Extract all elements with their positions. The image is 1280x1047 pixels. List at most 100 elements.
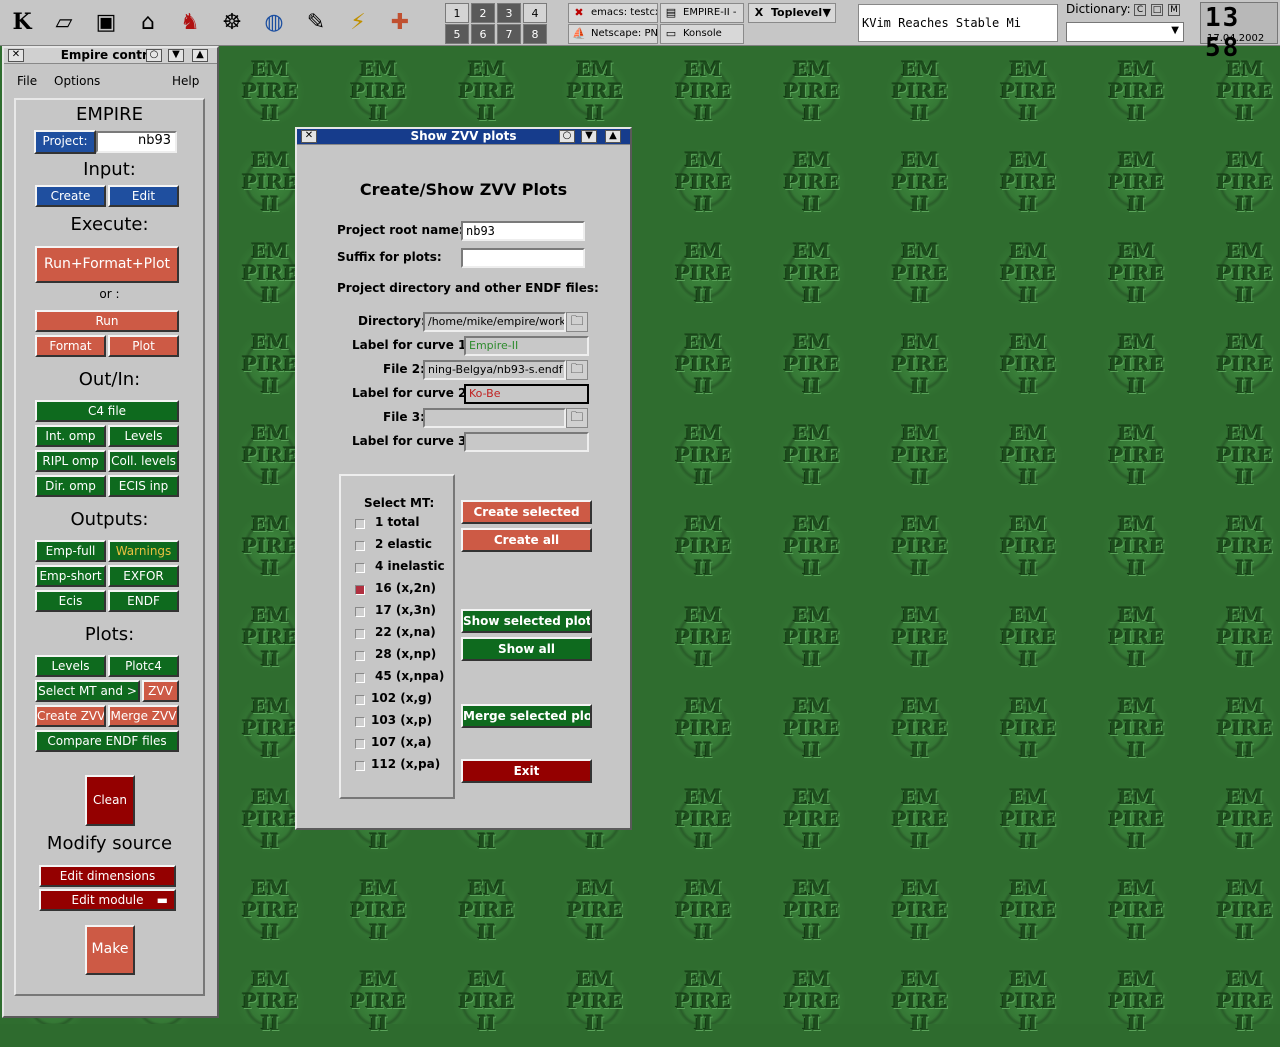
create-button[interactable]: Create (35, 185, 106, 207)
k-menu-icon[interactable]: K (2, 2, 42, 42)
int-omp-button[interactable]: Int. omp (35, 425, 106, 447)
task-emacs[interactable]: ✖ emacs: testcx (568, 3, 658, 23)
ecis-inp-button[interactable]: ECIS inp (108, 475, 179, 497)
format-button[interactable]: Format (35, 335, 106, 357)
create-zvv-button[interactable]: Create ZVV (35, 705, 106, 727)
mt-checkbox[interactable] (355, 717, 365, 727)
ripl-omp-button[interactable]: RIPL omp (35, 450, 106, 472)
create-selected-button[interactable]: Create selected (461, 500, 592, 524)
mt-label[interactable]: 28 (x,np) (375, 647, 436, 661)
desktop-7[interactable]: 7 (497, 24, 521, 44)
merge-selected-button[interactable]: Merge selected plots (461, 704, 592, 728)
suffix-input[interactable] (461, 248, 585, 268)
konqueror-icon[interactable]: ♞ (170, 2, 210, 42)
menu-options[interactable]: Options (54, 74, 100, 88)
window-list-icon[interactable]: ▣ (86, 2, 126, 42)
toplevel-button[interactable]: X Toplevel ▼ (748, 3, 836, 23)
mt-label[interactable]: 45 (x,npa) (375, 669, 444, 683)
zvv-button[interactable]: ZVV (142, 680, 179, 702)
mt-label[interactable]: 103 (x,p) (371, 713, 432, 727)
exfor-button[interactable]: EXFOR (108, 565, 179, 587)
mt-label[interactable]: 22 (x,na) (375, 625, 436, 639)
curve2-input[interactable]: Ko-Be (464, 384, 589, 404)
mt-checkbox[interactable] (355, 519, 365, 529)
mt-label[interactable]: 1 total (375, 515, 419, 529)
editor-icon[interactable]: ✎ (296, 2, 336, 42)
dictionary-input[interactable]: ▼ (1066, 22, 1184, 42)
menu-help[interactable]: Help (172, 74, 199, 88)
browser-globe-icon[interactable]: ◍ (254, 2, 294, 42)
root-name-input[interactable]: nb93 (461, 221, 585, 241)
run-button[interactable]: Run (35, 310, 179, 332)
terminal-icon[interactable]: ⚡ (338, 2, 378, 42)
edit-dimensions-button[interactable]: Edit dimensions (39, 865, 176, 887)
mt-label[interactable]: 112 (x,pa) (371, 757, 440, 771)
warnings-button[interactable]: Warnings (108, 540, 179, 562)
mt-checkbox[interactable] (355, 585, 365, 595)
mt-checkbox[interactable] (355, 695, 365, 705)
dictionary-c2-button[interactable]: □ (1151, 4, 1163, 16)
plot-levels-button[interactable]: Levels (35, 655, 106, 677)
folder-icon[interactable]: 🗀 (566, 408, 588, 428)
close-icon[interactable]: ✕ (301, 130, 317, 143)
project-button[interactable]: Project: (34, 130, 96, 154)
mt-label[interactable]: 2 elastic (375, 537, 432, 551)
mt-checkbox[interactable] (355, 629, 365, 639)
show-selected-button[interactable]: Show selected plots (461, 609, 592, 633)
curve3-input[interactable] (464, 432, 589, 452)
curve1-input[interactable]: Empire-II (464, 336, 589, 356)
create-all-button[interactable]: Create all (461, 528, 592, 552)
c4-file-button[interactable]: C4 file (35, 400, 179, 422)
mt-label[interactable]: 107 (x,a) (371, 735, 432, 749)
desktop-1[interactable]: 1 (445, 3, 469, 23)
run-format-plot-button[interactable]: Run+Format+Plot (35, 246, 179, 283)
mt-label[interactable]: 16 (x,2n) (375, 581, 436, 595)
home-folder-icon[interactable]: ⌂ (128, 2, 168, 42)
mt-checkbox[interactable] (355, 651, 365, 661)
show-all-button[interactable]: Show all (461, 637, 592, 661)
file3-input[interactable] (423, 408, 566, 428)
desktop-3[interactable]: 3 (497, 3, 521, 23)
endf-button[interactable]: ENDF (108, 590, 179, 612)
select-mt-button[interactable]: Select MT and > (35, 680, 140, 702)
desktop-5[interactable]: 5 (445, 24, 469, 44)
edit-button[interactable]: Edit (108, 185, 179, 207)
mt-checkbox[interactable] (355, 541, 365, 551)
shade-icon[interactable]: ▼ (168, 49, 184, 62)
help-icon[interactable]: ✚ (380, 2, 420, 42)
zvv-title-bar[interactable]: ✕ Show ZVV plots ○ ▼ ▲ (297, 129, 630, 145)
dir-omp-button[interactable]: Dir. omp (35, 475, 106, 497)
file2-input[interactable]: ning-Belgya/nb93-s.endf (423, 360, 566, 380)
folder-icon[interactable]: 🗀 (566, 360, 588, 380)
mt-checkbox[interactable] (355, 563, 365, 573)
edit-module-button[interactable]: Edit module ▬ (39, 889, 176, 911)
control-center-icon[interactable]: ☸ (212, 2, 252, 42)
clean-button[interactable]: Clean (85, 775, 135, 826)
desktop-icon[interactable]: ▱ (44, 2, 84, 42)
iconify-icon[interactable]: ○ (559, 130, 575, 143)
dictionary-m-button[interactable]: M (1168, 4, 1180, 16)
task-netscape[interactable]: ⛵ Netscape: PN (568, 24, 658, 44)
ecis-button[interactable]: Ecis (35, 590, 106, 612)
mt-checkbox[interactable] (355, 607, 365, 617)
plot-button[interactable]: Plot (108, 335, 179, 357)
desktop-8[interactable]: 8 (523, 24, 547, 44)
compare-endf-button[interactable]: Compare ENDF files (35, 730, 179, 752)
shade-icon[interactable]: ▼ (581, 130, 597, 143)
desktop-6[interactable]: 6 (471, 24, 495, 44)
desktop-2[interactable]: 2 (471, 3, 495, 23)
mt-label[interactable]: 102 (x,g) (371, 691, 432, 705)
plotc4-button[interactable]: Plotc4 (108, 655, 179, 677)
coll-levels-button[interactable]: Coll. levels (108, 450, 179, 472)
mt-checkbox[interactable] (355, 739, 365, 749)
iconify-icon[interactable]: ○ (146, 49, 162, 62)
mt-label[interactable]: 17 (x,3n) (375, 603, 436, 617)
mt-label[interactable]: 4 inelastic (375, 559, 445, 573)
mt-checkbox[interactable] (355, 673, 365, 683)
menu-file[interactable]: File (17, 74, 37, 88)
maximize-icon[interactable]: ▲ (192, 49, 208, 62)
empire-title-bar[interactable]: ✕ Empire control ○ ▼ ▲ (4, 48, 217, 64)
project-input[interactable]: nb93 (96, 131, 177, 153)
exit-button[interactable]: Exit (461, 759, 592, 783)
task-empire[interactable]: ▤ EMPIRE-II - (660, 3, 744, 23)
